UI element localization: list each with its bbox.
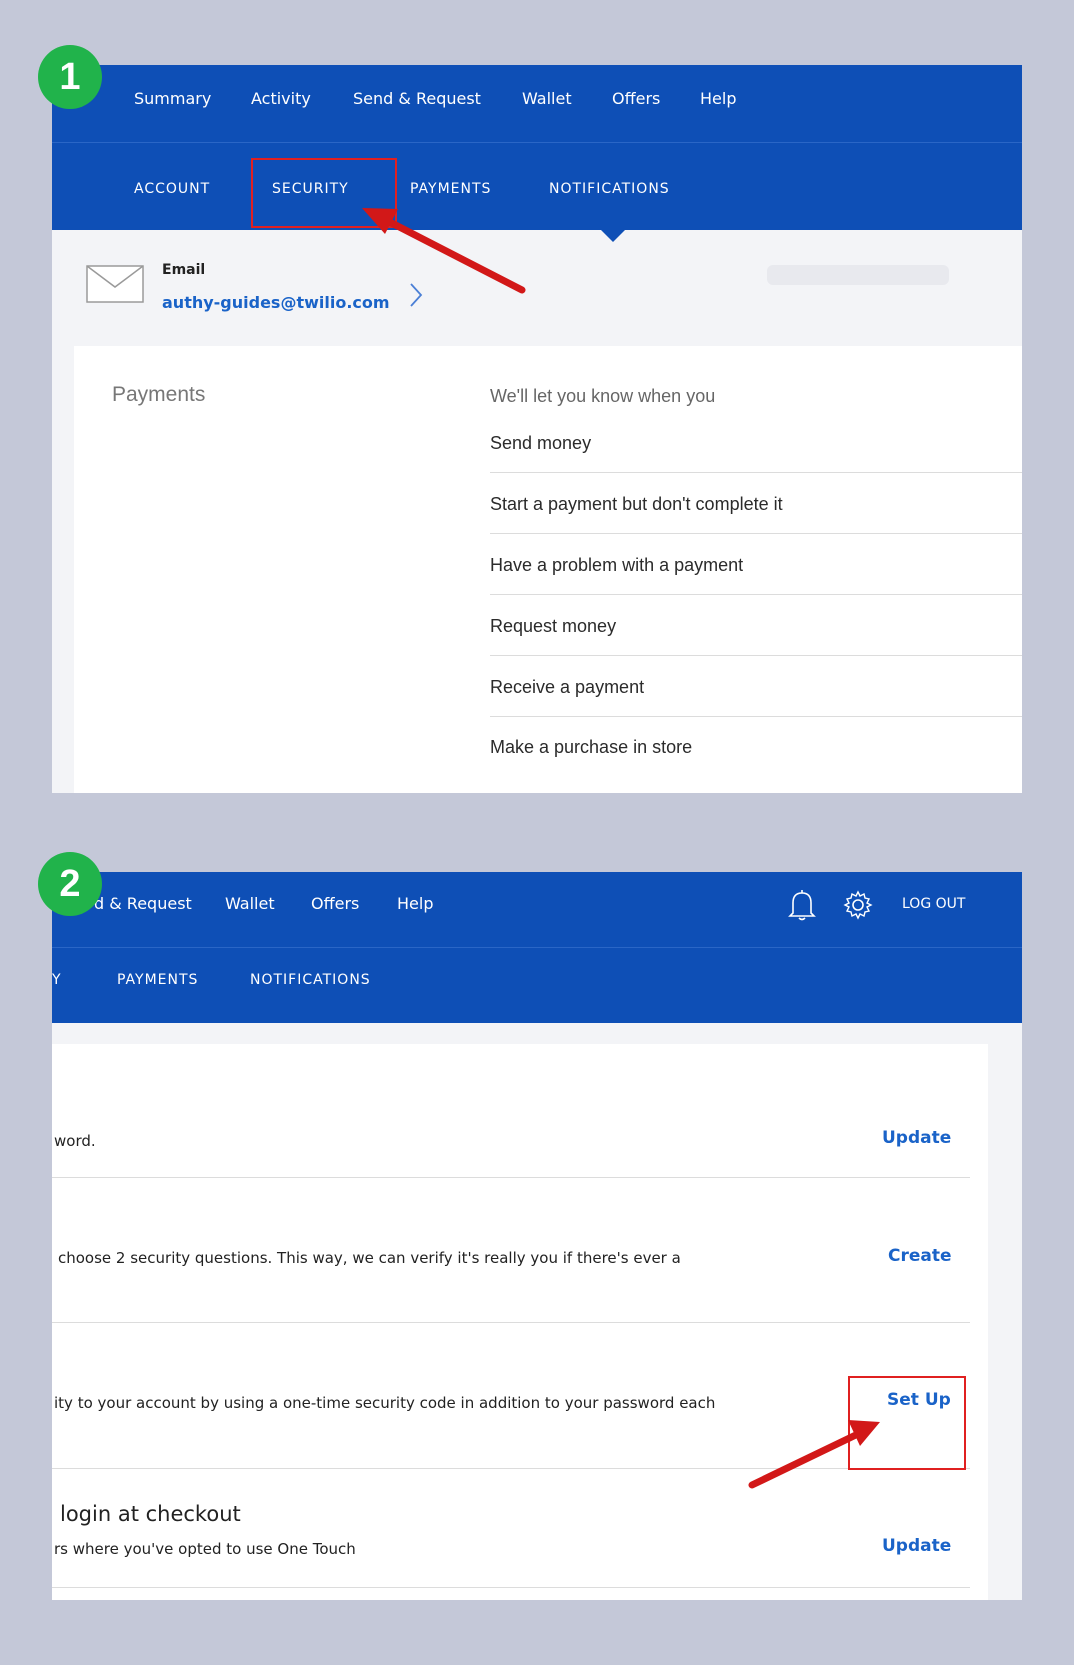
screenshot-panel-2: d & Request Wallet Offers Help LOG OUT Y…: [52, 872, 1022, 1600]
tab-security[interactable]: Y: [52, 972, 62, 988]
one-touch-title: login at checkout: [60, 1502, 241, 1526]
chevron-right-icon[interactable]: [408, 281, 424, 309]
step-2-badge: 2: [38, 852, 102, 916]
password-description: word.: [54, 1132, 96, 1150]
create-security-questions-link[interactable]: Create: [888, 1246, 952, 1266]
tab-account[interactable]: ACCOUNT: [134, 181, 210, 197]
list-item: Send money: [490, 433, 592, 453]
active-tab-indicator: [600, 229, 626, 242]
divider: [490, 655, 1022, 656]
list-item: Request money: [490, 616, 617, 636]
update-password-link[interactable]: Update: [882, 1128, 951, 1148]
nav-summary[interactable]: Summary: [134, 89, 211, 108]
nav-wallet[interactable]: Wallet: [225, 894, 275, 913]
nav-send-request[interactable]: Send & Request: [353, 89, 481, 108]
list-item: Start a payment but don't complete it: [490, 494, 783, 514]
email-label: Email: [162, 262, 206, 278]
divider: [52, 1177, 970, 1178]
nav-offers[interactable]: Offers: [311, 894, 359, 913]
divider: [52, 1587, 970, 1588]
logout-link[interactable]: LOG OUT: [902, 896, 965, 912]
security-tab-highlight: [251, 158, 397, 228]
nav-help[interactable]: Help: [397, 894, 433, 913]
list-item: Make a purchase in store: [490, 737, 693, 757]
envelope-icon: [86, 265, 144, 303]
nav-wallet[interactable]: Wallet: [522, 89, 572, 108]
one-touch-description: rs where you've opted to use One Touch: [54, 1540, 356, 1558]
list-item: Have a problem with a payment: [490, 555, 744, 575]
update-one-touch-link[interactable]: Update: [882, 1536, 951, 1556]
screenshot-panel-1: Summary Activity Send & Request Wallet O…: [52, 65, 1022, 793]
tab-payments[interactable]: PAYMENTS: [410, 181, 491, 197]
navbar-divider: [52, 947, 1022, 948]
divider: [490, 472, 1022, 473]
security-questions-description: choose 2 security questions. This way, w…: [58, 1249, 681, 1267]
list-item: Receive a payment: [490, 677, 645, 697]
step-1-badge: 1: [38, 45, 102, 109]
email-address[interactable]: authy-guides@twilio.com: [162, 293, 390, 312]
tab-payments[interactable]: PAYMENTS: [117, 972, 198, 988]
divider: [490, 594, 1022, 595]
divider: [490, 716, 1022, 717]
nav-activity[interactable]: Activity: [251, 89, 311, 108]
payments-heading: Payments: [112, 383, 206, 406]
divider: [490, 533, 1022, 534]
nav-help[interactable]: Help: [700, 89, 736, 108]
placeholder-bar: [767, 265, 949, 285]
nav-send-request[interactable]: d & Request: [94, 894, 192, 913]
bell-icon[interactable]: [787, 888, 817, 922]
divider: [52, 1322, 970, 1323]
set-up-highlight: [848, 1376, 966, 1470]
divider: [52, 1468, 970, 1469]
payments-intro: We'll let you know when you: [490, 386, 716, 406]
nav-offers[interactable]: Offers: [612, 89, 660, 108]
tab-notifications[interactable]: NOTIFICATIONS: [549, 181, 670, 197]
tab-notifications[interactable]: NOTIFICATIONS: [250, 972, 371, 988]
navbar-divider: [52, 142, 1022, 143]
two-step-description: ity to your account by using a one-time …: [54, 1394, 716, 1412]
gear-icon[interactable]: [842, 889, 874, 921]
